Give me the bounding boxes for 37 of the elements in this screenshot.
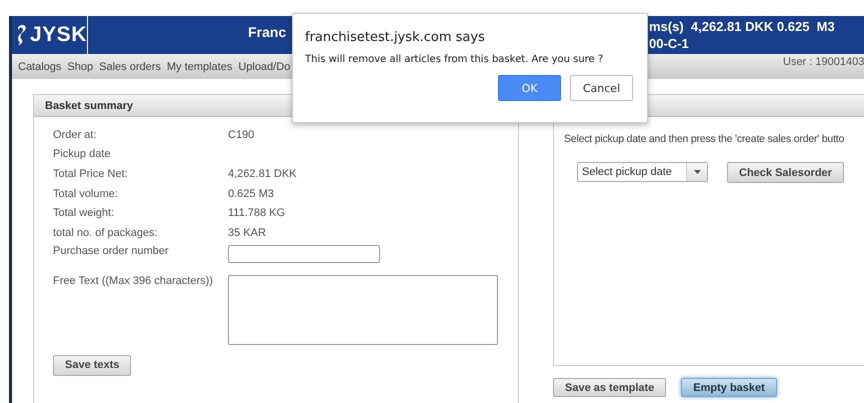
field-value: 0.625 M3: [228, 188, 274, 200]
field-label: Pickup date: [53, 148, 112, 160]
basket-summary-text: ms(s) 4,262.81 DKK 0.625 M3: [649, 19, 836, 34]
field-label: Total Price Net:: [53, 168, 129, 180]
nav-link[interactable]: Catalogs: [18, 60, 62, 72]
field-label: Purchase order number: [53, 244, 170, 257]
save-texts-button[interactable]: Save texts: [53, 354, 132, 376]
nav-link[interactable]: My templates: [166, 60, 232, 72]
logo-text: JYSK: [30, 23, 87, 47]
dialog-title: franchisetest.jysk.com says: [305, 30, 486, 45]
field-label: Order at:: [53, 128, 98, 141]
field-value: C190: [228, 128, 254, 141]
purchase-order-field[interactable]: [228, 244, 380, 263]
free-text-area[interactable]: [228, 274, 498, 345]
dialog-message: This will remove all articles from this basket. Are you sure ?: [305, 54, 604, 65]
bird-icon: [15, 23, 29, 47]
nav-link[interactable]: Shop: [67, 60, 94, 72]
field-label: total no. of packages:: [53, 226, 159, 239]
pickup-date-dropdown[interactable]: Select pickup date: [577, 162, 708, 182]
check-salesorder-button[interactable]: Check Salesorder: [727, 162, 844, 183]
field-value: 4,262.81 DKK: [228, 168, 296, 180]
caret-icon: [694, 170, 700, 174]
field-label: Total weight:: [53, 207, 116, 220]
instruction-text: Select pickup date and then press the 'create sales order' butto: [564, 133, 846, 145]
field-value: 111.788 KG: [228, 207, 286, 220]
save-template-button[interactable]: Save as template: [553, 378, 666, 397]
panel-title: Basket summary: [45, 100, 134, 112]
nav-link[interactable]: Upload/Do: [238, 60, 290, 72]
page-title: Franc: [248, 24, 286, 40]
store-code: 00-C-1: [649, 36, 690, 51]
user-label: User : 19001403: [783, 56, 864, 68]
field-label: Total volume:: [53, 188, 119, 200]
field-value: 35 KAR: [228, 226, 266, 239]
empty-basket-button[interactable]: Empty basket: [681, 378, 777, 397]
cancel-button[interactable]: Cancel: [570, 75, 633, 101]
nav-link[interactable]: Sales orders: [99, 60, 161, 72]
field-label: Free Text ((Max 396 characters)): [53, 274, 214, 289]
